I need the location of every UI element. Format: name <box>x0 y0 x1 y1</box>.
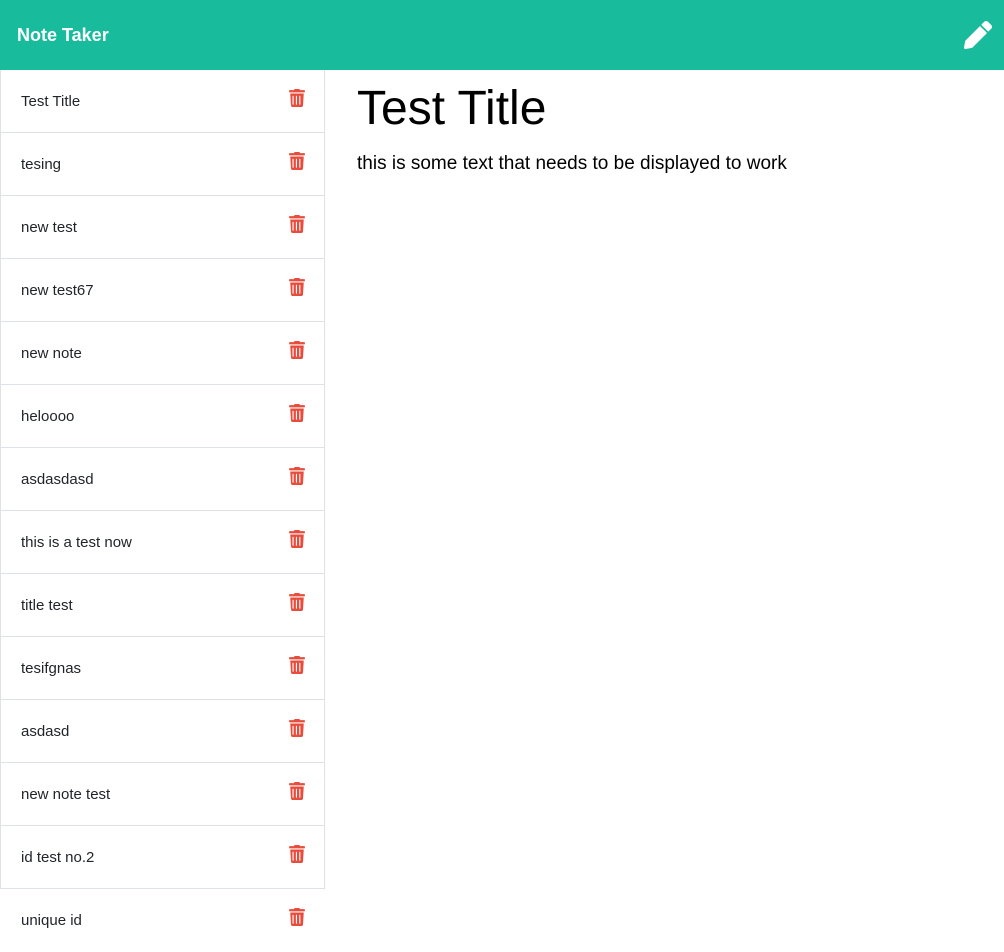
trash-icon[interactable] <box>289 656 305 674</box>
note-list-item[interactable]: unique id <box>0 889 325 951</box>
note-list-item-title: tesifgnas <box>21 660 82 677</box>
note-list-item-title: Test Title <box>21 93 81 110</box>
trash-icon[interactable] <box>289 278 305 296</box>
trash-icon[interactable] <box>289 341 305 359</box>
note-list-item[interactable]: new note <box>0 322 325 385</box>
note-list-item[interactable]: heloooo <box>0 385 325 448</box>
note-list-item[interactable]: id test no.2 <box>0 826 325 889</box>
trash-icon[interactable] <box>289 782 305 800</box>
pencil-icon[interactable] <box>964 21 992 49</box>
trash-icon[interactable] <box>289 593 305 611</box>
navbar: Note Taker <box>0 0 1004 70</box>
trash-icon[interactable] <box>289 845 305 863</box>
note-list-item-title: unique id <box>21 912 82 929</box>
note-list-item[interactable]: asdasdasd <box>0 448 325 511</box>
note-list-item[interactable]: Test Title <box>0 70 325 133</box>
note-list-item-title: heloooo <box>21 408 75 425</box>
note-list-item-title: asdasdasd <box>21 471 94 488</box>
note-list-item[interactable]: tesifgnas <box>0 637 325 700</box>
note-list-item[interactable]: tesing <box>0 133 325 196</box>
note-list: Test Title tesing new test new test67 new no… <box>0 70 325 951</box>
note-list-item-title: new test67 <box>21 282 94 299</box>
note-list-item-title: new test <box>21 219 77 236</box>
note-list-item[interactable]: title test <box>0 574 325 637</box>
note-list-item-title: id test no.2 <box>21 849 95 866</box>
trash-icon[interactable] <box>289 404 305 422</box>
trash-icon[interactable] <box>289 530 305 548</box>
note-list-item[interactable]: new test <box>0 196 325 259</box>
note-list-item[interactable]: this is a test now <box>0 511 325 574</box>
note-list-item[interactable]: new test67 <box>0 259 325 322</box>
app-title[interactable]: Note Taker <box>17 22 109 48</box>
trash-icon[interactable] <box>289 467 305 485</box>
trash-icon[interactable] <box>289 152 305 170</box>
note-list-item-title: new note <box>21 345 82 362</box>
note-list-item[interactable]: asdasd <box>0 700 325 763</box>
note-text-display[interactable]: this is some text that needs to be displ… <box>357 152 787 176</box>
note-list-item-title: new note test <box>21 786 111 803</box>
note-list-item-title: this is a test now <box>21 534 132 551</box>
trash-icon[interactable] <box>289 908 305 926</box>
note-title-display[interactable]: Test Title <box>357 80 546 138</box>
note-list-item-title: title test <box>21 597 73 614</box>
trash-icon[interactable] <box>289 89 305 107</box>
note-list-sidebar: Test Title tesing new test new test67 new no… <box>0 70 325 952</box>
note-list-item[interactable]: new note test <box>0 763 325 826</box>
note-list-item-title: tesing <box>21 156 62 173</box>
trash-icon[interactable] <box>289 215 305 233</box>
note-list-item-title: asdasd <box>21 723 70 740</box>
trash-icon[interactable] <box>289 719 305 737</box>
